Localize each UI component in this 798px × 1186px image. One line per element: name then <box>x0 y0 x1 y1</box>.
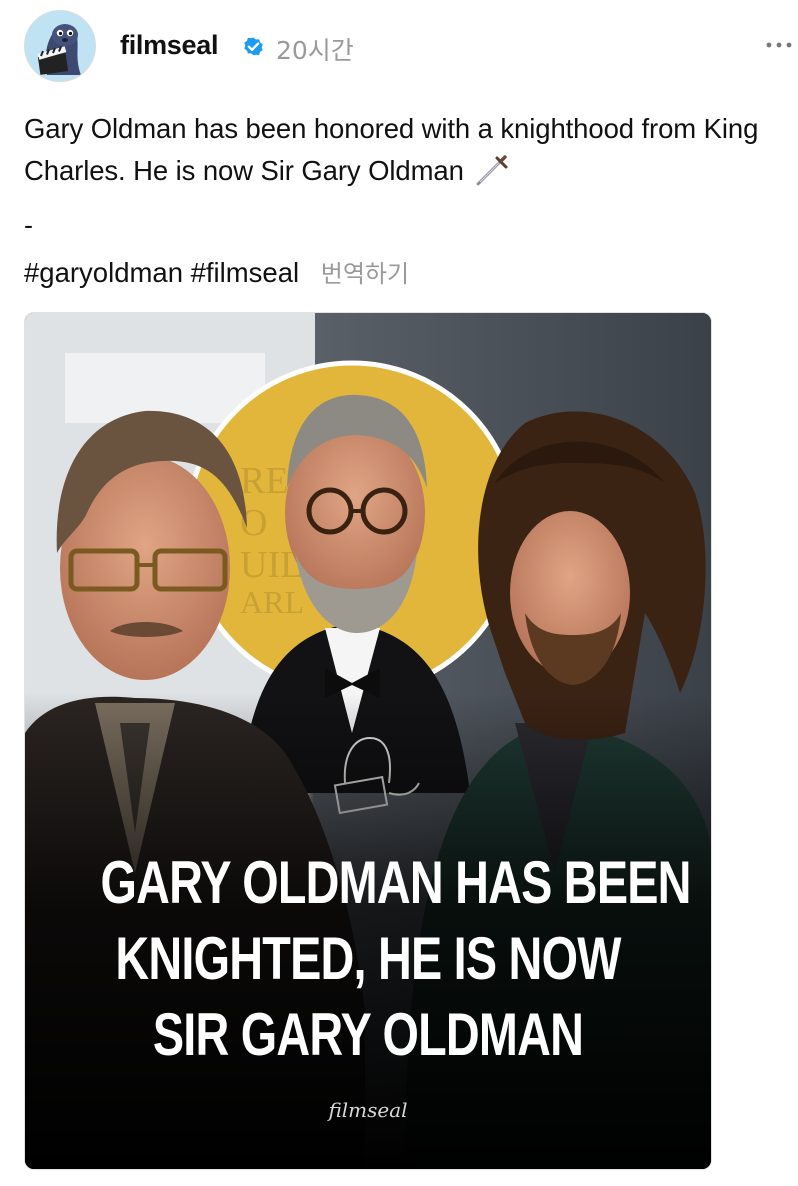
post-caption: Gary Oldman has been honored with a knig… <box>24 108 789 192</box>
svg-text:ARL: ARL <box>240 584 304 620</box>
headline-line: KNIGHTED, HE IS NOW <box>115 925 621 992</box>
seal-mascot-icon <box>25 11 95 81</box>
headline-line: SIR GARY OLDMAN <box>152 1001 584 1068</box>
avatar[interactable] <box>24 10 96 82</box>
dagger-icon <box>476 155 508 186</box>
caption-separator: - <box>24 210 33 240</box>
author-username[interactable]: filmseal <box>120 30 218 61</box>
hashtag[interactable]: #filmseal <box>191 257 300 288</box>
headline-line: GARY OLDMAN HAS BEEN <box>100 849 691 916</box>
hashtag[interactable]: #garyoldman <box>24 257 183 288</box>
post-timestamp[interactable]: 20시간 <box>276 31 354 67</box>
verified-badge-icon <box>244 37 263 56</box>
post-image[interactable]: REE O UIL ARL GARY OLDMAN HAS BEEN KNIGH… <box>24 312 712 1170</box>
image-watermark: filmseal <box>328 1098 408 1122</box>
post-header: filmseal 20시간 <box>24 10 794 82</box>
hashtag-row: #garyoldman #filmseal 번역하기 <box>24 254 409 289</box>
caption-text: Gary Oldman has been honored with a knig… <box>24 113 759 186</box>
more-horizontal-icon[interactable] <box>764 32 794 58</box>
translate-link[interactable]: 번역하기 <box>321 260 409 288</box>
image-headline: GARY OLDMAN HAS BEEN KNIGHTED, HE IS NOW… <box>100 845 691 1073</box>
